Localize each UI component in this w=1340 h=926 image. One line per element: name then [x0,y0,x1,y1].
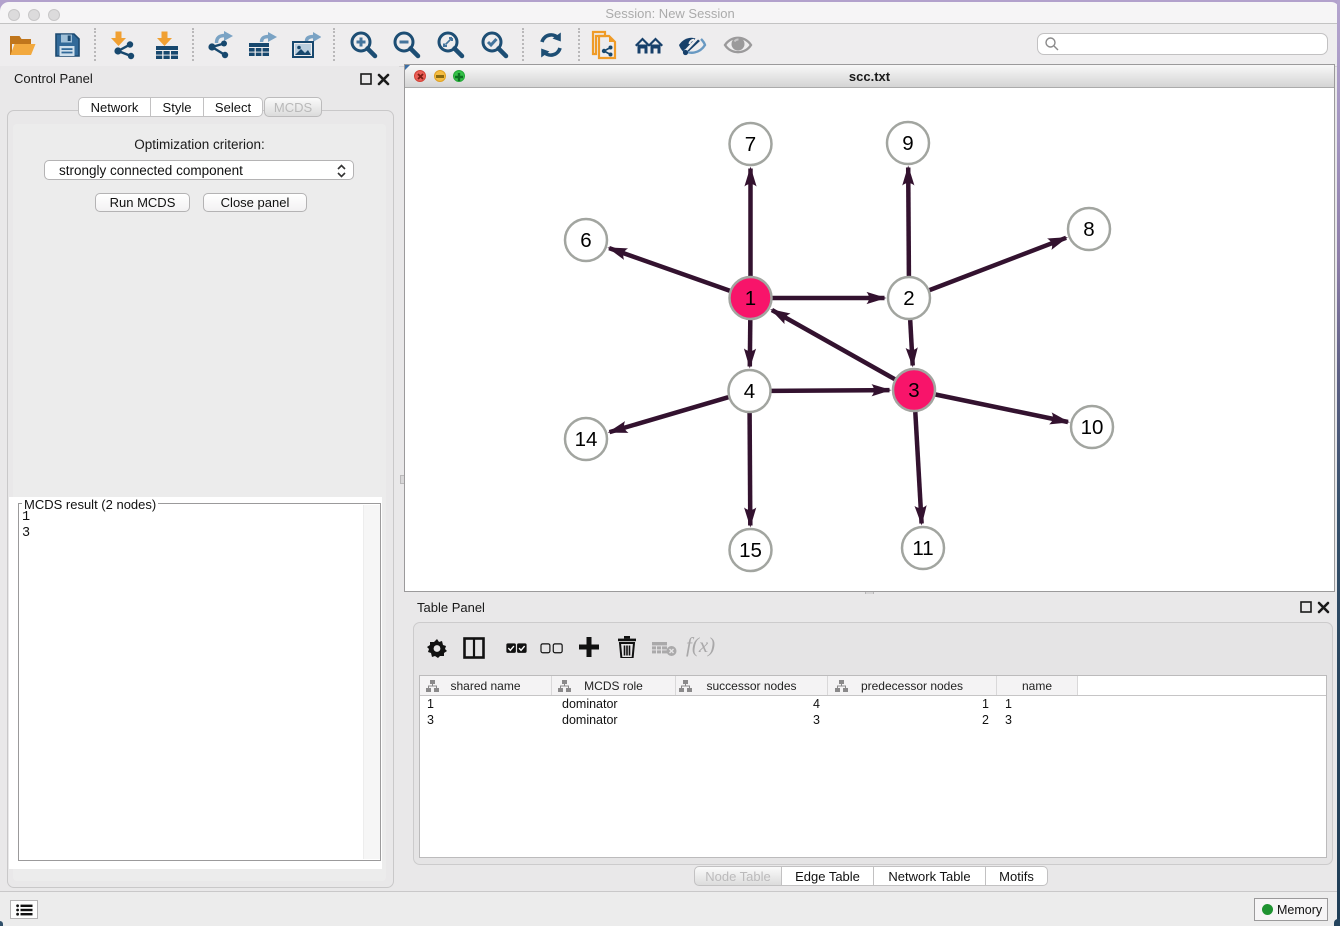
svg-text:9: 9 [902,132,913,155]
svg-text:14: 14 [575,428,598,451]
svg-text:10: 10 [1081,416,1104,439]
svg-text:6: 6 [580,229,591,252]
svg-text:2: 2 [903,287,914,310]
svg-text:8: 8 [1083,218,1094,241]
svg-text:11: 11 [912,537,933,560]
svg-text:3: 3 [908,379,919,402]
svg-text:7: 7 [745,133,756,156]
svg-text:1: 1 [745,287,756,310]
svg-text:15: 15 [739,539,762,562]
svg-text:4: 4 [744,380,755,403]
